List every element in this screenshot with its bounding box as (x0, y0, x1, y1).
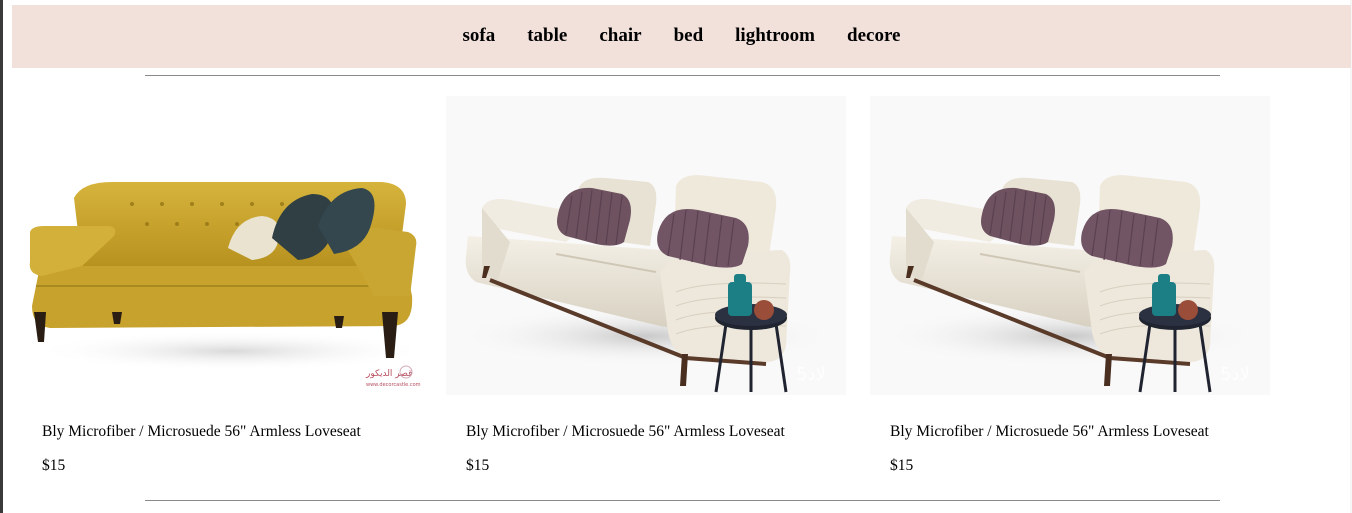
image-watermark-text: 5لاد (1220, 364, 1250, 385)
window-left-edge (0, 0, 3, 513)
sofa-illustration: 5لاد (880, 175, 1260, 393)
product-price: $15 (42, 457, 66, 474)
yellow-tufted-loveseat-image[interactable]: قصر الديكور www.decorcastle.com (22, 146, 422, 396)
nav-item-decore[interactable]: decore (847, 25, 900, 47)
nav-item-chair[interactable]: chair (599, 25, 641, 47)
product-title[interactable]: Bly Microfiber / Microsuede 56" Armless … (42, 423, 361, 441)
nav-item-bed[interactable]: bed (674, 25, 704, 47)
bottom-divider (145, 500, 1220, 501)
cream-modern-sofa-image[interactable]: 5لاد (446, 96, 846, 395)
nav-item-table[interactable]: table (527, 25, 567, 47)
product-title[interactable]: Bly Microfiber / Microsuede 56" Armless … (890, 423, 1209, 441)
nav-item-lightroom[interactable]: lightroom (735, 25, 815, 47)
product-title[interactable]: Bly Microfiber / Microsuede 56" Armless … (466, 423, 785, 441)
top-divider (145, 75, 1220, 76)
page: sofa table chair bed lightroom decore قص… (0, 0, 1352, 513)
image-watermark-text: 5لاد (796, 364, 826, 385)
top-navigation: sofa table chair bed lightroom decore (12, 5, 1351, 68)
cream-modern-sofa-image[interactable]: 5لاد (870, 96, 1270, 395)
nav-item-sofa[interactable]: sofa (463, 25, 496, 47)
product-price: $15 (466, 457, 490, 474)
sofa-illustration: 5لاد (456, 175, 836, 393)
product-price: $15 (890, 457, 914, 474)
svg-text:www.decorcastle.com: www.decorcastle.com (366, 382, 421, 388)
sofa-illustration: قصر الديكور www.decorcastle.com (29, 182, 422, 388)
